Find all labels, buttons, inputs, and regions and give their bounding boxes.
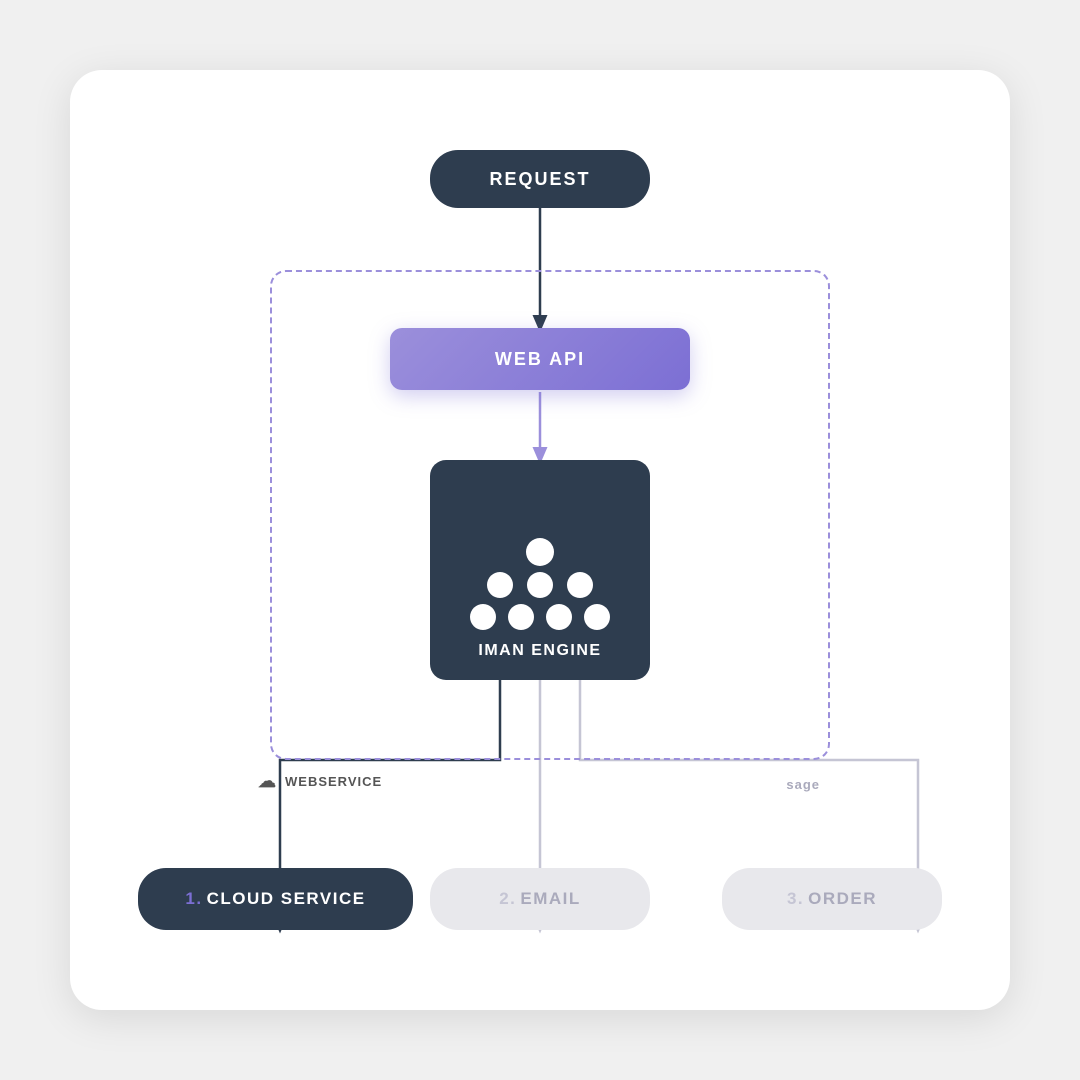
webapi-box: WEB API xyxy=(390,328,690,390)
cloud-service-text: CLOUD SERVICE xyxy=(207,889,366,908)
webapi-label: WEB API xyxy=(495,349,585,370)
email-num: 2. xyxy=(499,889,516,908)
node-top xyxy=(526,538,554,566)
cloud-num: 1. xyxy=(185,889,202,908)
order-box: 3.ORDER xyxy=(722,868,942,930)
node-left xyxy=(487,572,513,598)
cloud-icon: ☁ xyxy=(258,771,277,792)
email-text: EMAIL xyxy=(520,889,580,908)
request-label: REQUEST xyxy=(489,169,590,190)
order-box-label: 3.ORDER xyxy=(787,889,877,909)
diagram-container: REQUEST WEB API xyxy=(70,70,1010,1010)
email-box-label: 2.EMAIL xyxy=(499,889,581,909)
node-b4 xyxy=(584,604,610,630)
webservice-text: WEBSERVICE xyxy=(285,774,382,789)
node-b3 xyxy=(546,604,572,630)
node-right xyxy=(567,572,593,598)
node-b2 xyxy=(508,604,534,630)
network-icon xyxy=(470,538,610,630)
cloud-service-box: 1. CLOUD SERVICE xyxy=(138,868,413,930)
node-center xyxy=(527,572,553,598)
request-box: REQUEST xyxy=(430,150,650,208)
order-text: ORDER xyxy=(808,889,877,908)
node-b1 xyxy=(470,604,496,630)
webservice-label-group: ☁ WEBSERVICE xyxy=(258,771,382,792)
sage-label-group: sage xyxy=(786,777,820,792)
node-row-3 xyxy=(470,604,610,630)
cloud-box-label: 1. CLOUD SERVICE xyxy=(185,889,365,909)
node-row-2 xyxy=(487,572,593,598)
order-num: 3. xyxy=(787,889,804,908)
email-box: 2.EMAIL xyxy=(430,868,650,930)
diagram-card: REQUEST WEB API xyxy=(70,70,1010,1010)
iman-label: IMAN ENGINE xyxy=(478,642,601,660)
sage-text: sage xyxy=(786,777,820,792)
iman-engine-box: IMAN ENGINE xyxy=(430,460,650,680)
